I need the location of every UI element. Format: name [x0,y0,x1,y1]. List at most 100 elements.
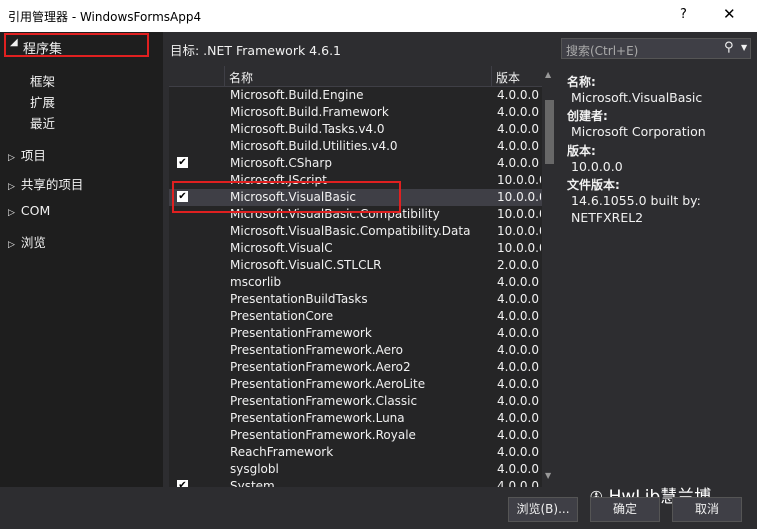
row-name: PresentationFramework.Aero [230,343,403,357]
table-row[interactable]: Microsoft.VisualBasic.Compatibility.Data… [169,223,542,240]
row-version: 4.0.0.0 [497,343,539,357]
ok-button[interactable]: 确定 [590,497,660,522]
browse-button[interactable]: 浏览(B)... [508,497,578,522]
sidebar-item-browse[interactable]: ▷ 浏览 [8,232,46,251]
sidebar-item-label: COM [20,203,51,218]
table-row[interactable]: Microsoft.Build.Framework 4.0.0.0 [169,104,542,121]
scrollbar-thumb[interactable] [545,100,554,164]
sidebar-item-label: 浏览 [20,235,46,250]
target-framework-label: 目标: .NET Framework 4.6.1 [170,43,341,58]
row-name: PresentationFramework.Luna [230,411,405,425]
row-version: 4.0.0.0 [497,292,539,306]
table-row[interactable]: Microsoft.Build.Tasks.v4.0 4.0.0.0 [169,121,542,138]
row-version: 4.0.0.0 [497,105,539,119]
collapsed-triangle-icon: ▷ [8,182,15,192]
sidebar-item-projects[interactable]: ▷ 项目 [8,145,46,164]
detail-name-label: 名称: [567,75,596,89]
close-button[interactable]: ✕ [723,5,736,23]
row-version: 4.0.0.0 [497,275,539,289]
sidebar-item-shared-projects[interactable]: ▷ 共享的项目 [8,174,83,193]
column-header-version[interactable]: 版本 [496,69,520,86]
row-name: PresentationFramework.AeroLite [230,377,426,391]
row-name: Microsoft.Build.Utilities.v4.0 [230,139,398,153]
row-version: 4.0.0.0 [497,309,539,323]
vertical-scrollbar[interactable]: ▲ ▼ [542,66,557,487]
row-name: Microsoft.Build.Framework [230,105,389,119]
table-row[interactable]: Microsoft.Build.Engine 4.0.0.0 [169,87,542,104]
row-name: System [230,479,275,487]
sidebar-item-recent[interactable]: 最近 [30,113,55,132]
help-button[interactable]: ? [680,7,687,22]
footer: ✇HwLib慧兰博 浏览(B)... 确定 取消 [0,487,757,529]
table-row[interactable]: PresentationFramework 4.0.0.0 [169,325,542,342]
column-header-name[interactable]: 名称 [229,69,253,86]
detail-file-version-value-2: NETFXREL2 [571,210,644,225]
sidebar-item-framework[interactable]: 框架 [30,71,55,90]
collapsed-triangle-icon: ▷ [8,153,15,163]
detail-file-version-value: 14.6.1055.0 built by: [571,193,701,208]
row-checkbox[interactable]: ✔ [177,157,188,168]
detail-file-version-label: 文件版本: [567,178,620,192]
row-name: Microsoft.Build.Engine [230,88,364,102]
row-version: 4.0.0.0 [497,139,539,153]
table-row[interactable]: PresentationFramework.Aero2 4.0.0.0 [169,359,542,376]
row-name: Microsoft.CSharp [230,156,332,170]
table-row[interactable]: PresentationCore 4.0.0.0 [169,308,542,325]
row-version: 10.0.0.0 [497,190,541,204]
row-version: 10.0.0.0 [497,241,541,255]
sidebar-item-assemblies[interactable]: ◢ 程序集 [4,33,149,57]
row-name: PresentationCore [230,309,334,323]
table-row[interactable]: PresentationFramework.Royale 4.0.0.0 [169,427,542,444]
row-name: PresentationFramework.Classic [230,394,418,408]
row-version: 4.0.0.0 [497,122,539,136]
scroll-up-icon[interactable]: ▲ [545,70,551,79]
row-version: 4.0.0.0 [497,88,539,102]
annotation-highlight [172,181,401,213]
table-row[interactable]: PresentationFramework.Classic 4.0.0.0 [169,393,542,410]
detail-version-label: 版本: [567,144,596,158]
table-row[interactable]: ✔ System 4.0.0.0 [169,478,542,487]
column-separator [491,66,492,86]
table-row[interactable]: Microsoft.VisualC 10.0.0.0 [169,240,542,257]
table-row[interactable]: ReachFramework 4.0.0.0 [169,444,542,461]
row-name: Microsoft.VisualBasic.Compatibility.Data [230,224,471,238]
row-version: 2.0.0.0 [497,258,539,272]
table-row[interactable]: PresentationFramework.Aero 4.0.0.0 [169,342,542,359]
table-row[interactable]: sysglobl 4.0.0.0 [169,461,542,478]
sidebar-item-extensions[interactable]: 扩展 [30,92,55,111]
row-version: 4.0.0.0 [497,394,539,408]
collapsed-triangle-icon: ▷ [8,240,15,250]
row-checkbox[interactable]: ✔ [177,480,188,487]
table-row[interactable]: ✔ Microsoft.CSharp 4.0.0.0 [169,155,542,172]
detail-name-value: Microsoft.VisualBasic [571,90,703,105]
row-version: 4.0.0.0 [497,326,539,340]
table-row[interactable]: Microsoft.Build.Utilities.v4.0 4.0.0.0 [169,138,542,155]
search-icon[interactable]: ⚲ [724,40,734,55]
search-placeholder: 搜索(Ctrl+E) [566,44,639,58]
row-name: mscorlib [230,275,282,289]
table-row[interactable]: PresentationFramework.AeroLite 4.0.0.0 [169,376,542,393]
table-row[interactable]: PresentationFramework.Luna 4.0.0.0 [169,410,542,427]
collapsed-triangle-icon: ▷ [8,208,15,218]
cancel-button[interactable]: 取消 [672,497,742,522]
row-name: ReachFramework [230,445,334,459]
sidebar-item-label: 共享的项目 [20,177,84,192]
row-version: 4.0.0.0 [497,411,539,425]
table-row[interactable]: Microsoft.VisualC.STLCLR 2.0.0.0 [169,257,542,274]
row-version: 4.0.0.0 [497,428,539,442]
detail-creator-label: 创建者: [567,109,608,123]
row-name: PresentationBuildTasks [230,292,368,306]
expanded-triangle-icon: ◢ [10,37,18,48]
table-row[interactable]: mscorlib 4.0.0.0 [169,274,542,291]
sidebar-item-com[interactable]: ▷ COM [8,203,50,218]
scroll-down-icon[interactable]: ▼ [545,471,551,480]
detail-creator-value: Microsoft Corporation [571,124,706,139]
search-input[interactable]: 搜索(Ctrl+E) ⚲ ▼ [561,38,751,59]
row-name: Microsoft.VisualC [230,241,333,255]
row-version: 4.0.0.0 [497,462,539,476]
row-version: 4.0.0.0 [497,360,539,374]
chevron-down-icon[interactable]: ▼ [741,43,747,52]
row-name: Microsoft.Build.Tasks.v4.0 [230,122,385,136]
column-separator [224,66,225,86]
table-row[interactable]: PresentationBuildTasks 4.0.0.0 [169,291,542,308]
